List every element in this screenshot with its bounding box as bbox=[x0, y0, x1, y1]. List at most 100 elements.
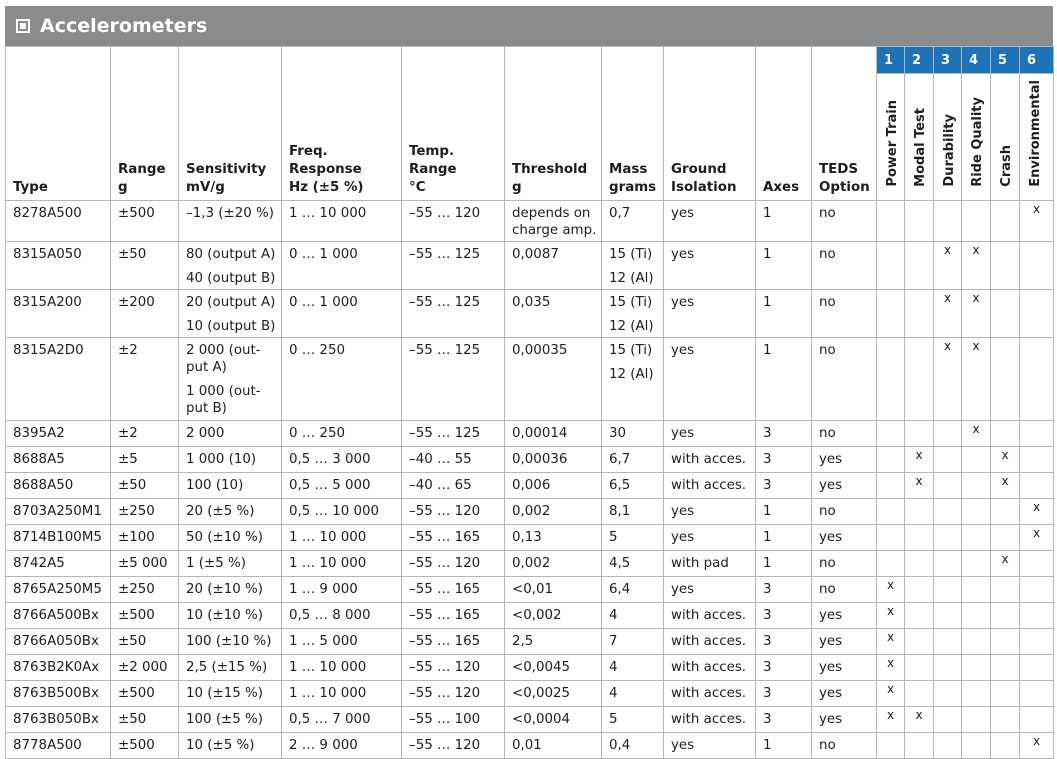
cell-sensitivity: 2,5 (±15 %) bbox=[178, 653, 282, 681]
cell-mark-durability bbox=[933, 627, 962, 655]
cell-axes: 3 bbox=[755, 575, 812, 603]
cell-range: ±200 bbox=[110, 288, 179, 338]
cell-range: ±5 000 bbox=[110, 549, 179, 577]
cell-freq-response: 0,5 … 3 000 bbox=[281, 445, 402, 473]
cell-mark-modal-test bbox=[904, 199, 934, 242]
cell-axes: 3 bbox=[755, 601, 812, 629]
cell-mark-crash bbox=[990, 288, 1020, 338]
cell-range: ±2 000 bbox=[110, 653, 179, 681]
cell-mark-ride-quality bbox=[961, 523, 991, 551]
cell-sensitivity-line: 20 (±10 %) bbox=[186, 581, 263, 597]
cell-type: 8688A50 bbox=[5, 471, 111, 499]
cell-freq-response: 0,5 … 8 000 bbox=[281, 601, 402, 629]
cell-mark-power-train bbox=[876, 497, 905, 525]
cell-threshold: 0,002 bbox=[504, 549, 602, 577]
cell-type: 8763B050Bx bbox=[5, 705, 111, 733]
cell-range: ±50 bbox=[110, 705, 179, 733]
cell-temp-range: –55 … 120 bbox=[401, 497, 505, 525]
cell-mark-power-train: x bbox=[876, 705, 905, 733]
cell-mark-power-train: x bbox=[876, 575, 905, 603]
cell-ground-isolation: with pad bbox=[663, 549, 756, 577]
cell-threshold: <0,0004 bbox=[504, 705, 602, 733]
cell-mass-line: 15 (Ti) bbox=[609, 342, 653, 358]
cell-sensitivity: 100 (±10 %) bbox=[178, 627, 282, 655]
cell-mark-ride-quality bbox=[961, 497, 991, 525]
cell-sensitivity-line: 2 000 (out- put A) bbox=[186, 342, 261, 375]
cell-threshold-line: charge amp. bbox=[512, 222, 597, 238]
cell-mark-durability bbox=[933, 497, 962, 525]
cell-mark-environmental bbox=[1019, 601, 1054, 629]
col-header-crash: Crash bbox=[990, 73, 1020, 201]
cell-range: ±500 bbox=[110, 601, 179, 629]
cell-mark-power-train bbox=[876, 336, 905, 421]
cell-freq-response: 1 … 10 000 bbox=[281, 549, 402, 577]
cell-mass: 6,4 bbox=[601, 575, 664, 603]
cell-mark-crash: x bbox=[990, 445, 1020, 473]
col-header-axes: Axes bbox=[755, 46, 812, 201]
cell-freq-response: 0 … 250 bbox=[281, 419, 402, 447]
table-row: 8763B2K0Ax ±2 000 2,5 (±15 %) 1 … 10 000 –55… bbox=[5, 653, 1054, 681]
cell-mark-durability: x bbox=[933, 336, 962, 421]
cell-mark-ride-quality bbox=[961, 445, 991, 473]
cell-teds-option: yes bbox=[811, 445, 877, 473]
cell-sensitivity-line: 40 (output B) bbox=[186, 270, 276, 286]
cell-mass-line: 6,4 bbox=[609, 581, 631, 597]
table-row: 8763B500Bx ±500 10 (±15 %) 1 … 10 000 –55 … … bbox=[5, 679, 1054, 707]
cell-range: ±5 bbox=[110, 445, 179, 473]
cell-mark-ride-quality bbox=[961, 549, 991, 577]
cell-mark-durability bbox=[933, 471, 962, 499]
cell-teds-option: yes bbox=[811, 627, 877, 655]
table-body: 8278A500 ±500 –1,3 (±20 %) 1 … 10 000 –55 … … bbox=[5, 199, 1054, 759]
col-header-threshold: Threshold g bbox=[504, 46, 602, 201]
cell-mass-line: 8,1 bbox=[609, 503, 631, 519]
cell-mass-line: 4,5 bbox=[609, 555, 631, 571]
cell-mark-modal-test bbox=[904, 653, 934, 681]
cell-mark-power-train: x bbox=[876, 679, 905, 707]
cell-mark-power-train bbox=[876, 199, 905, 242]
cell-mark-crash bbox=[990, 601, 1020, 629]
cell-threshold: <0,0045 bbox=[504, 653, 602, 681]
cell-type: 8766A500Bx bbox=[5, 601, 111, 629]
cell-mark-modal-test: x bbox=[904, 705, 934, 733]
cell-sensitivity-line: –1,3 (±20 %) bbox=[186, 205, 274, 221]
cell-mass-line: 5 bbox=[609, 711, 618, 727]
table-row: 8714B100M5 ±100 50 (±10 %) 1 … 10 000 –55 … … bbox=[5, 523, 1054, 551]
cell-ground-isolation: yes bbox=[663, 199, 756, 242]
cell-mark-ride-quality bbox=[961, 575, 991, 603]
cell-sensitivity-line: 20 (±5 %) bbox=[186, 503, 255, 519]
cell-temp-range: –55 … 120 bbox=[401, 653, 505, 681]
cell-sensitivity: 100 (10) bbox=[178, 471, 282, 499]
cell-mass-line: 12 (Al) bbox=[609, 270, 654, 286]
cell-mark-modal-test bbox=[904, 240, 934, 290]
cell-ground-isolation: yes bbox=[663, 575, 756, 603]
app-number-4: 4 bbox=[961, 46, 991, 74]
cell-threshold: 0,035 bbox=[504, 288, 602, 338]
cell-mass-line: 30 bbox=[609, 425, 627, 441]
table-row: 8742A5 ±5 000 1 (±5 %) 1 … 10 000 –55 … 120 0… bbox=[5, 549, 1054, 577]
cell-sensitivity: 1 000 (10) bbox=[178, 445, 282, 473]
cell-mark-environmental: x bbox=[1019, 497, 1054, 525]
cell-temp-range: –40 … 65 bbox=[401, 471, 505, 499]
cell-axes: 1 bbox=[755, 336, 812, 421]
cell-mass-line: 4 bbox=[609, 685, 618, 701]
cell-mark-ride-quality bbox=[961, 679, 991, 707]
cell-type: 8742A5 bbox=[5, 549, 111, 577]
cell-threshold-line: 0,00035 bbox=[512, 342, 568, 358]
cell-sensitivity-line: 50 (±10 %) bbox=[186, 529, 263, 545]
col-header-durability: Durability bbox=[933, 73, 962, 201]
cell-threshold-line: 0,002 bbox=[512, 555, 551, 571]
cell-threshold-line: 2,5 bbox=[512, 633, 534, 649]
cell-freq-response: 1 … 10 000 bbox=[281, 199, 402, 242]
cell-sensitivity: –1,3 (±20 %) bbox=[178, 199, 282, 242]
cell-temp-range: –55 … 100 bbox=[401, 705, 505, 733]
cell-mark-power-train bbox=[876, 240, 905, 290]
cell-teds-option: yes bbox=[811, 705, 877, 733]
cell-mark-durability bbox=[933, 549, 962, 577]
cell-range: ±500 bbox=[110, 679, 179, 707]
cell-temp-range: –55 … 165 bbox=[401, 627, 505, 655]
cell-type: 8688A5 bbox=[5, 445, 111, 473]
cell-mark-ride-quality: x bbox=[961, 419, 991, 447]
cell-freq-response: 1 … 10 000 bbox=[281, 679, 402, 707]
cell-axes: 3 bbox=[755, 653, 812, 681]
cell-temp-range: –55 … 120 bbox=[401, 199, 505, 242]
